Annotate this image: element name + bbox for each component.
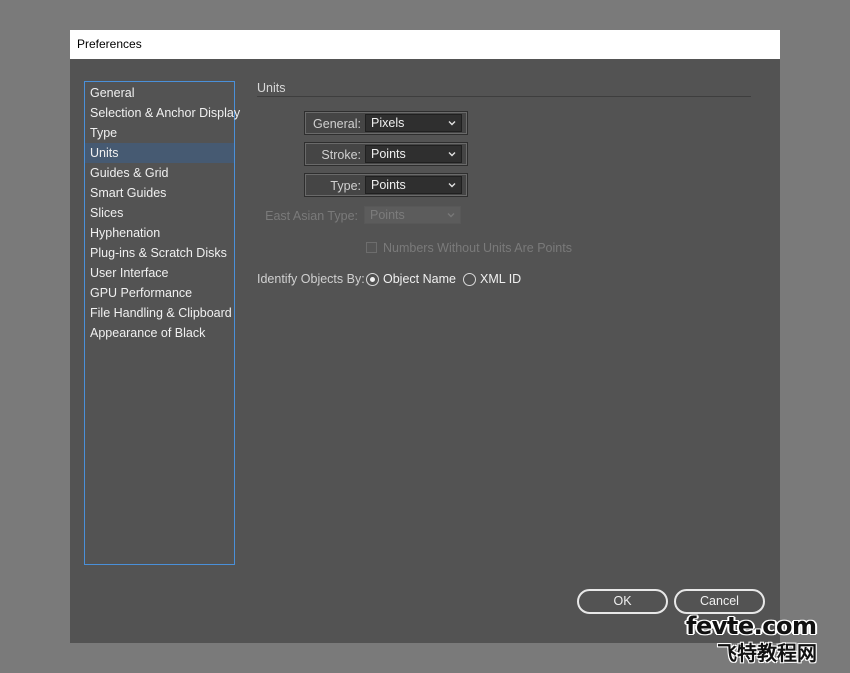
watermark-chinese: 飞特教程网 — [717, 641, 817, 665]
east-asian-type-value: Points — [370, 208, 405, 222]
stroke-units-value: Points — [371, 147, 406, 161]
sidebar-item-hyphenation[interactable]: Hyphenation — [85, 223, 234, 243]
identify-objects-label: Identify Objects By: — [257, 272, 365, 286]
stroke-units-field: Stroke: Points — [304, 142, 468, 166]
general-units-label: General: — [313, 117, 361, 131]
ok-button[interactable]: OK — [577, 589, 668, 614]
sidebar-item-plugins-scratch-disks[interactable]: Plug-ins & Scratch Disks — [85, 243, 234, 263]
sidebar-item-user-interface[interactable]: User Interface — [85, 263, 234, 283]
type-units-select[interactable]: Points — [365, 176, 462, 194]
sidebar-item-appearance-of-black[interactable]: Appearance of Black — [85, 323, 234, 343]
xml-id-radio[interactable] — [463, 273, 476, 286]
east-asian-type-select: Points — [364, 206, 461, 224]
preferences-dialog: Preferences General Selection & Anchor D… — [70, 30, 780, 643]
type-units-label: Type: — [330, 179, 361, 193]
sidebar-item-type[interactable]: Type — [85, 123, 234, 143]
stroke-units-label: Stroke: — [321, 148, 361, 162]
type-units-field: Type: Points — [304, 173, 468, 197]
section-divider — [257, 96, 751, 97]
section-title: Units — [257, 81, 286, 95]
numbers-without-units-label: Numbers Without Units Are Points — [383, 241, 572, 255]
xml-id-label[interactable]: XML ID — [480, 272, 521, 286]
site-watermark: fevte.com 飞特教程网 — [686, 612, 846, 665]
east-asian-type-units-field: East Asian Type: Points — [265, 204, 468, 228]
chevron-down-icon — [448, 121, 456, 126]
sidebar-item-gpu-performance[interactable]: GPU Performance — [85, 283, 234, 303]
sidebar-item-file-handling-clipboard[interactable]: File Handling & Clipboard — [85, 303, 234, 323]
sidebar-item-general[interactable]: General — [85, 83, 234, 103]
title-bar[interactable]: Preferences — [70, 30, 780, 59]
preferences-category-list[interactable]: General Selection & Anchor Display Type … — [84, 81, 240, 565]
sidebar-item-guides-grid[interactable]: Guides & Grid — [85, 163, 234, 183]
sidebar-item-selection-anchor-display[interactable]: Selection & Anchor Display — [85, 103, 240, 123]
chevron-down-icon — [448, 183, 456, 188]
object-name-radio[interactable] — [366, 273, 379, 286]
chevron-down-icon — [448, 152, 456, 157]
general-units-field: General: Pixels — [304, 111, 468, 135]
sidebar-item-smart-guides[interactable]: Smart Guides — [85, 183, 234, 203]
window-title: Preferences — [77, 37, 142, 51]
general-units-select[interactable]: Pixels — [365, 114, 462, 132]
watermark-domain: fevte.com — [686, 612, 817, 640]
sidebar-item-slices[interactable]: Slices — [85, 203, 234, 223]
numbers-without-units-checkbox — [366, 242, 377, 253]
sidebar-item-units[interactable]: Units — [85, 143, 234, 163]
radio-selected-dot — [370, 277, 375, 282]
cancel-button[interactable]: Cancel — [674, 589, 765, 614]
general-units-value: Pixels — [371, 116, 405, 130]
stroke-units-select[interactable]: Points — [365, 145, 462, 163]
chevron-down-icon — [447, 213, 455, 218]
object-name-label[interactable]: Object Name — [383, 272, 456, 286]
type-units-value: Points — [371, 178, 406, 192]
east-asian-type-label: East Asian Type: — [265, 209, 358, 223]
